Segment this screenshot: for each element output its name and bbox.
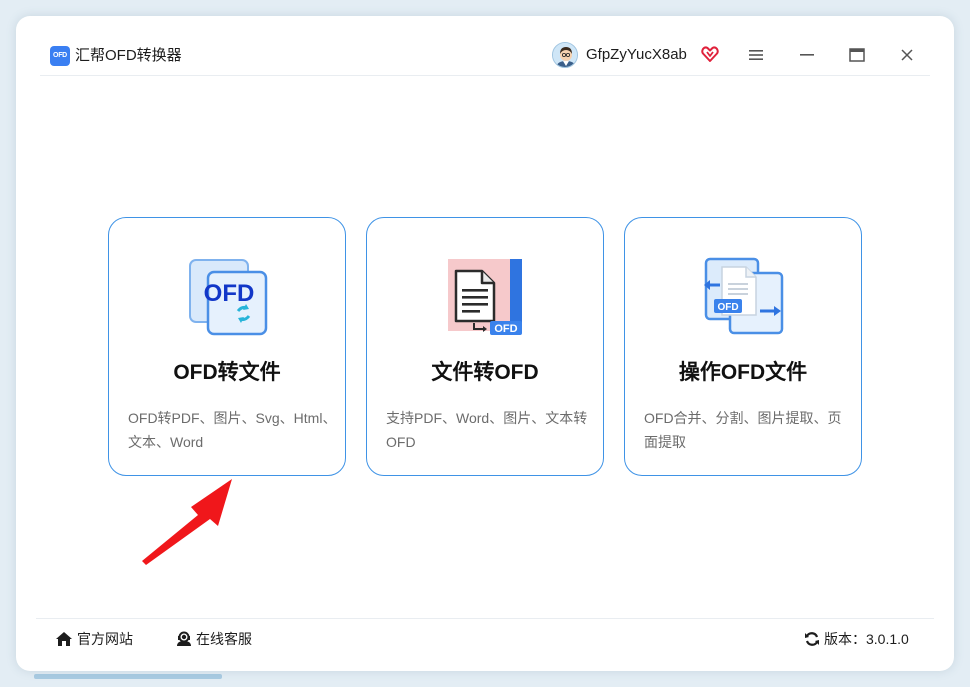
close-icon[interactable] [896, 44, 918, 66]
ofd-icon-label: OFD [717, 302, 738, 313]
card-title: OFD转文件 [173, 361, 281, 384]
app-title: 汇帮OFD转换器 [75, 47, 182, 64]
footer: 官方网站 在线客服 版本：3.0.1.0 [36, 618, 934, 658]
online-service-link[interactable]: 在线客服 [176, 629, 252, 649]
card-description: 支持PDF、Word、图片、文本转OFD [386, 410, 588, 450]
card-ofd-to-file[interactable]: OFD OFD转文件 OFD转PDF、图片、Svg、Html、文本、Word [108, 217, 346, 476]
user-name[interactable]: GfpZyYucX8ab [586, 45, 687, 65]
version-info[interactable]: 版本：3.0.1.0 [804, 629, 909, 649]
avatar[interactable] [552, 42, 578, 68]
customer-service-icon [176, 631, 192, 647]
ofd-icon-label: OFD [494, 323, 517, 335]
card-operate-ofd[interactable]: OFD 操作OFD文件 OFD合并、分割、图片提取、页面提取 [624, 217, 862, 476]
minimize-icon[interactable] [796, 44, 818, 66]
home-icon [55, 631, 73, 647]
app-logo: OFD [50, 46, 70, 66]
card-file-to-ofd[interactable]: OFD 文件转OFD 支持PDF、Word、图片、文本转OFD [366, 217, 604, 476]
taskbar-indicator [34, 674, 222, 679]
title-bar: OFD 汇帮OFD转换器 GfpZyYucX8ab [40, 36, 930, 76]
card-description: OFD转PDF、图片、Svg、Html、文本、Word [128, 410, 337, 450]
app-window: OFD 汇帮OFD转换器 GfpZyYucX8ab OFD OFD转文件 OFD… [16, 16, 954, 671]
file-to-ofd-icon: OFD [444, 255, 528, 339]
official-site-link[interactable]: 官方网站 [55, 629, 133, 649]
maximize-icon[interactable] [846, 44, 868, 66]
ofd-icon-label: OFD [204, 280, 255, 307]
menu-icon[interactable] [745, 44, 767, 66]
version-label: 版本：3.0.1.0 [824, 631, 909, 647]
card-description: OFD合并、分割、图片提取、页面提取 [644, 410, 842, 450]
online-service-label: 在线客服 [196, 631, 252, 647]
card-title: 操作OFD文件 [678, 361, 808, 384]
operate-ofd-icon: OFD [702, 255, 786, 339]
official-site-label: 官方网站 [77, 631, 133, 647]
ofd-convert-icon: OFD [186, 255, 270, 339]
red-arrow-annotation [136, 471, 246, 566]
refresh-icon [804, 631, 820, 647]
vip-heart-icon[interactable] [701, 45, 719, 63]
card-title: 文件转OFD [431, 361, 539, 384]
